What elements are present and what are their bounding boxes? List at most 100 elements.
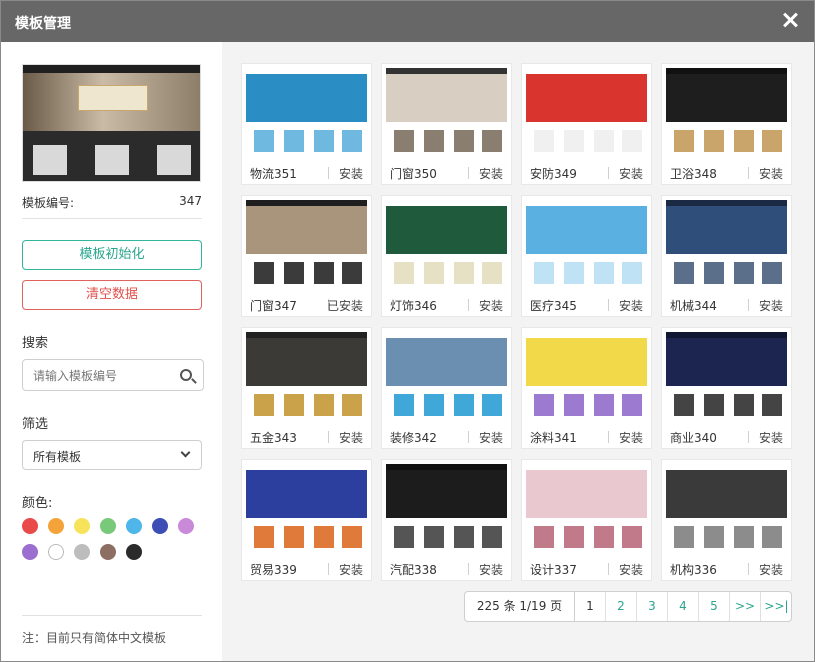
- template-card[interactable]: 贸易339 安装: [241, 459, 372, 581]
- template-thumbnail: [526, 332, 647, 424]
- clear-data-button[interactable]: 清空数据: [22, 280, 202, 310]
- install-button[interactable]: 安装: [479, 165, 503, 182]
- template-manager-dialog: 模板管理 模板编号: 347 模板初始化 清空数据 搜索 筛选 所有模板: [0, 0, 815, 662]
- install-button[interactable]: 安装: [339, 429, 363, 446]
- template-thumbnail: [526, 464, 647, 556]
- install-button[interactable]: 安装: [759, 561, 783, 578]
- template-name: 门窗347: [250, 299, 297, 313]
- page-4[interactable]: 4: [668, 592, 699, 621]
- template-thumbnail: [246, 464, 367, 556]
- divider: [608, 431, 609, 443]
- template-card[interactable]: 卫浴348 安装: [661, 63, 792, 185]
- color-swatch[interactable]: [152, 518, 168, 534]
- divider: [468, 167, 469, 179]
- color-swatch[interactable]: [126, 544, 142, 560]
- template-card[interactable]: 物流351 安装: [241, 63, 372, 185]
- template-card[interactable]: 机构336 安装: [661, 459, 792, 581]
- template-name: 装修342: [390, 431, 437, 445]
- template-name: 机械344: [670, 299, 717, 313]
- template-card[interactable]: 五金343 安装: [241, 327, 372, 449]
- template-thumbnail: [666, 332, 787, 424]
- install-button[interactable]: 安装: [339, 561, 363, 578]
- install-button[interactable]: 安装: [619, 297, 643, 314]
- template-name: 五金343: [250, 431, 297, 445]
- pagination-summary: 225 条 1/19 页: [465, 592, 575, 621]
- divider: [608, 299, 609, 311]
- color-swatch[interactable]: [48, 518, 64, 534]
- filter-label: 筛选: [22, 417, 49, 432]
- next-page-button[interactable]: >>: [730, 592, 761, 621]
- page-1[interactable]: 1: [575, 592, 606, 621]
- filter-selected-value: 所有模板: [33, 450, 82, 464]
- template-number-row: 模板编号: 347: [22, 194, 202, 210]
- template-card[interactable]: 装修342 安装: [381, 327, 512, 449]
- divider: [328, 563, 329, 575]
- close-icon[interactable]: [780, 10, 800, 30]
- template-thumbnail: [386, 464, 507, 556]
- template-thumbnail: [666, 200, 787, 292]
- title-bar: 模板管理: [1, 1, 814, 42]
- template-name: 卫浴348: [670, 167, 717, 181]
- install-button[interactable]: 安装: [619, 561, 643, 578]
- divider: [468, 431, 469, 443]
- divider: [328, 167, 329, 179]
- page-5[interactable]: 5: [699, 592, 730, 621]
- search-box: [22, 359, 204, 391]
- template-init-button[interactable]: 模板初始化: [22, 240, 202, 270]
- install-button[interactable]: 安装: [619, 429, 643, 446]
- template-card[interactable]: 机械344 安装: [661, 195, 792, 317]
- template-card[interactable]: 灯饰346 安装: [381, 195, 512, 317]
- last-page-button[interactable]: >>|: [761, 592, 792, 621]
- template-thumbnail: [246, 332, 367, 424]
- template-card[interactable]: 安防349 安装: [521, 63, 652, 185]
- template-name: 贸易339: [250, 563, 297, 577]
- color-swatch[interactable]: [126, 518, 142, 534]
- chevron-down-icon: [180, 447, 191, 458]
- color-swatch[interactable]: [22, 544, 38, 560]
- install-button[interactable]: 安装: [479, 297, 503, 314]
- template-name: 灯饰346: [390, 299, 437, 313]
- color-swatch[interactable]: [74, 544, 90, 560]
- color-swatch[interactable]: [22, 518, 38, 534]
- color-swatch[interactable]: [48, 544, 64, 560]
- template-name: 机构336: [670, 563, 717, 577]
- template-thumbnail: [526, 200, 647, 292]
- install-button[interactable]: 安装: [759, 165, 783, 182]
- pagination: 225 条 1/19 页 1 2 3 4 5 >> >>|: [464, 591, 792, 622]
- template-thumbnail: [246, 68, 367, 160]
- divider: [608, 563, 609, 575]
- divider: [608, 167, 609, 179]
- template-card[interactable]: 门窗347 已安装: [241, 195, 372, 317]
- install-button[interactable]: 已安装: [327, 297, 363, 314]
- install-button[interactable]: 安装: [339, 165, 363, 182]
- divider: [748, 563, 749, 575]
- template-card[interactable]: 涂料341 安装: [521, 327, 652, 449]
- template-name: 门窗350: [390, 167, 437, 181]
- install-button[interactable]: 安装: [479, 561, 503, 578]
- template-card[interactable]: 设计337 安装: [521, 459, 652, 581]
- template-card[interactable]: 门窗350 安装: [381, 63, 512, 185]
- color-swatch[interactable]: [178, 518, 194, 534]
- install-button[interactable]: 安装: [759, 429, 783, 446]
- selected-template-preview: [22, 64, 201, 182]
- color-swatch[interactable]: [100, 544, 116, 560]
- install-button[interactable]: 安装: [619, 165, 643, 182]
- filter-select[interactable]: 所有模板: [22, 440, 202, 470]
- search-label: 搜索: [22, 336, 49, 351]
- template-card[interactable]: 医疗345 安装: [521, 195, 652, 317]
- install-button[interactable]: 安装: [759, 297, 783, 314]
- divider: [748, 431, 749, 443]
- color-swatch[interactable]: [100, 518, 116, 534]
- template-card[interactable]: 商业340 安装: [661, 327, 792, 449]
- color-swatch[interactable]: [74, 518, 90, 534]
- page-3[interactable]: 3: [637, 592, 668, 621]
- search-input[interactable]: [33, 367, 173, 385]
- template-card[interactable]: 汽配338 安装: [381, 459, 512, 581]
- install-button[interactable]: 安装: [479, 429, 503, 446]
- template-thumbnail: [666, 464, 787, 556]
- page-2[interactable]: 2: [606, 592, 637, 621]
- template-name: 汽配338: [390, 563, 437, 577]
- dialog-title: 模板管理: [15, 16, 71, 32]
- template-thumbnail: [386, 332, 507, 424]
- search-icon[interactable]: [180, 369, 192, 381]
